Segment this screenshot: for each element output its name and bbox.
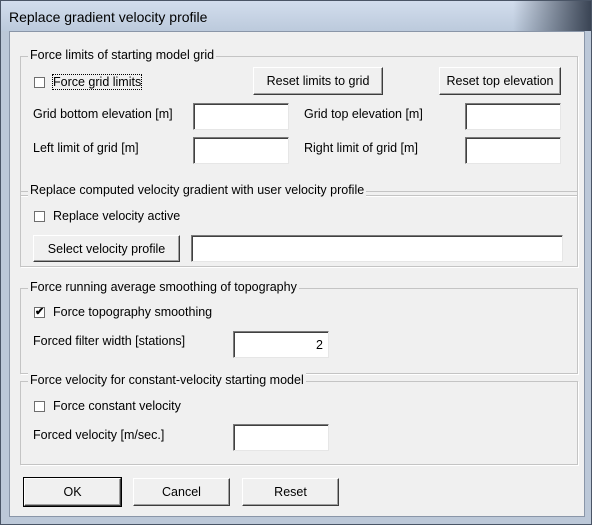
forced-filter-width-label: Forced filter width [stations] bbox=[33, 334, 186, 348]
smoothing-group: Force running average smoothing of topog… bbox=[20, 280, 578, 374]
forced-velocity-label: Forced velocity [m/sec.] bbox=[33, 428, 165, 442]
force-grid-limits-checkbox[interactable] bbox=[34, 77, 45, 88]
right-limit-label: Right limit of grid [m] bbox=[304, 141, 418, 155]
constant-velocity-legend: Force velocity for constant-velocity sta… bbox=[28, 373, 306, 387]
select-velocity-profile-button[interactable]: Select velocity profile bbox=[33, 235, 180, 262]
force-grid-limits-label[interactable]: Force grid limits bbox=[51, 74, 143, 90]
reset-limits-to-grid-button[interactable]: Reset limits to grid bbox=[253, 67, 383, 95]
grid-bottom-elevation-input[interactable] bbox=[193, 103, 289, 130]
ok-button[interactable]: OK bbox=[23, 477, 122, 507]
smoothing-legend: Force running average smoothing of topog… bbox=[28, 280, 299, 294]
right-limit-input[interactable] bbox=[465, 137, 561, 164]
force-topography-smoothing-checkbox[interactable]: ✔ bbox=[34, 307, 45, 318]
velocity-profile-group: Replace computed velocity gradient with … bbox=[20, 183, 578, 267]
replace-velocity-active-label[interactable]: Replace velocity active bbox=[53, 209, 180, 223]
velocity-profile-path-input[interactable] bbox=[191, 235, 563, 262]
forced-velocity-input[interactable] bbox=[233, 424, 329, 451]
grid-top-elevation-label: Grid top elevation [m] bbox=[304, 107, 423, 121]
constant-velocity-group: Force velocity for constant-velocity sta… bbox=[20, 373, 578, 465]
left-limit-label: Left limit of grid [m] bbox=[33, 141, 139, 155]
grid-bottom-elevation-label: Grid bottom elevation [m] bbox=[33, 107, 173, 121]
cancel-button[interactable]: Cancel bbox=[133, 478, 230, 506]
dialog-window: Replace gradient velocity profile Force … bbox=[0, 0, 592, 525]
grid-top-elevation-input[interactable] bbox=[465, 103, 561, 130]
force-topography-smoothing-label[interactable]: Force topography smoothing bbox=[53, 305, 212, 319]
replace-velocity-active-checkbox[interactable] bbox=[34, 211, 45, 222]
grid-limits-group: Force limits of starting model grid Forc… bbox=[20, 48, 578, 196]
title-bar-shade bbox=[513, 1, 591, 31]
reset-top-elevation-button[interactable]: Reset top elevation bbox=[439, 67, 561, 95]
grid-limits-legend: Force limits of starting model grid bbox=[28, 48, 217, 62]
forced-filter-width-input[interactable] bbox=[233, 331, 329, 358]
force-constant-velocity-label[interactable]: Force constant velocity bbox=[53, 399, 181, 413]
left-limit-input[interactable] bbox=[193, 137, 289, 164]
title-bar[interactable]: Replace gradient velocity profile bbox=[1, 1, 591, 31]
reset-button[interactable]: Reset bbox=[242, 478, 339, 506]
dialog-client-area: Force limits of starting model grid Forc… bbox=[9, 31, 585, 517]
window-title: Replace gradient velocity profile bbox=[9, 9, 208, 25]
velocity-profile-legend: Replace computed velocity gradient with … bbox=[28, 183, 367, 197]
force-constant-velocity-checkbox[interactable] bbox=[34, 401, 45, 412]
